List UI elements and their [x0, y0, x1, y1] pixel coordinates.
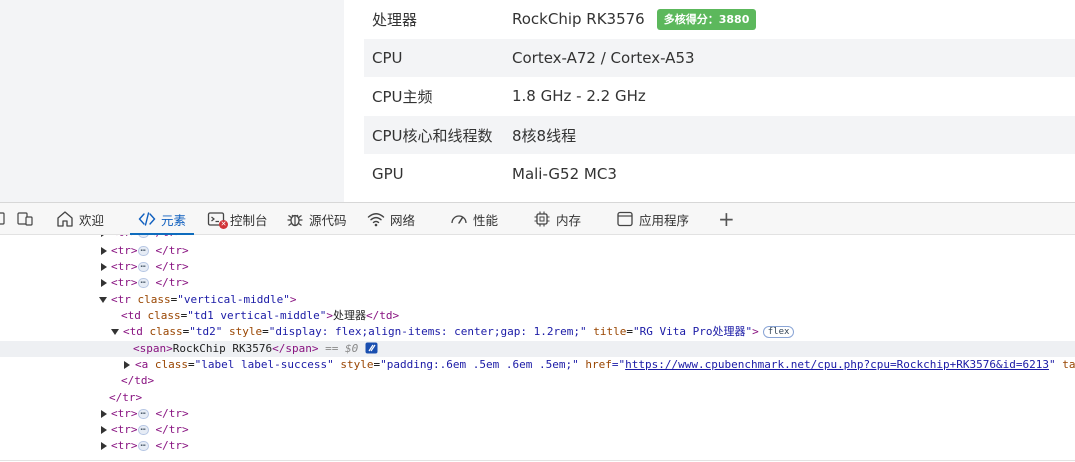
collapse-arrow-icon[interactable]: [99, 297, 107, 303]
tab-memory[interactable]: 内存: [533, 203, 581, 235]
processor-name: RockChip RK3576: [512, 10, 645, 29]
expand-arrow-icon[interactable]: [101, 442, 107, 450]
flex-badge[interactable]: flex: [762, 326, 795, 338]
chip-icon: [534, 211, 550, 227]
code-icon: [138, 212, 156, 226]
tab-sources[interactable]: 源代码: [286, 203, 347, 235]
collapse-arrow-icon[interactable]: [111, 329, 119, 335]
collapsed-ellipsis[interactable]: ⋯: [137, 262, 149, 272]
wifi-icon: [367, 213, 385, 227]
node-link-icon[interactable]: [365, 342, 378, 354]
tab-welcome[interactable]: 欢迎: [56, 203, 104, 235]
performance-icon: [451, 215, 467, 224]
spec-row-cpu: CPU Cortex-A72 / Cortex-A53: [364, 38, 1075, 78]
device-emulation-icon[interactable]: [17, 211, 35, 230]
expand-arrow-icon[interactable]: [101, 410, 107, 418]
collapsed-ellipsis[interactable]: ⋯: [137, 235, 149, 238]
spec-label: 处理器: [372, 10, 418, 29]
collapsed-ellipsis[interactable]: ⋯: [137, 425, 149, 435]
spec-value: 8核8线程: [512, 126, 577, 145]
panel-bottom-border: [0, 460, 1075, 461]
tab-label: 控制台: [230, 212, 268, 228]
tab-console[interactable]: ✕ 控制台: [207, 203, 268, 235]
spec-row-cores-threads: CPU核心和线程数 8核8线程: [364, 115, 1075, 155]
spec-value: 1.8 GHz - 2.2 GHz: [512, 87, 646, 106]
collapsed-ellipsis[interactable]: ⋯: [137, 278, 149, 288]
tab-performance[interactable]: 性能: [450, 203, 498, 235]
expand-arrow-icon[interactable]: [101, 279, 107, 287]
inspect-icon[interactable]: [0, 211, 6, 230]
spec-label: GPU: [372, 164, 404, 183]
collapsed-ellipsis[interactable]: ⋯: [137, 441, 149, 451]
spec-value: Mali-G52 MC3: [512, 164, 617, 183]
spec-row-processor: 处理器 RockChip RK3576 多核得分：3880: [364, 0, 1075, 39]
plus-icon: +: [718, 207, 735, 231]
elements-dom-tree: <tr>⋯</tr> <tr>⋯ </tr> <tr>⋯ </tr> <tr>⋯…: [0, 235, 1075, 462]
spec-value: RockChip RK3576 多核得分：3880: [512, 8, 757, 30]
tab-label: 欢迎: [79, 212, 105, 228]
devtools-tab-bar: 欢迎 元素 ✕ 控制台 源代码 网络 性能 内存 应用程序 +: [0, 202, 1075, 235]
bug-icon: [287, 214, 303, 227]
expand-arrow-icon[interactable]: [124, 361, 130, 369]
spec-label: CPU主频: [372, 87, 433, 106]
spec-row-gpu: GPU Mali-G52 MC3: [364, 154, 1075, 193]
multicore-score-badge[interactable]: 多核得分：3880: [656, 8, 757, 30]
error-badge-icon: ✕: [219, 220, 228, 229]
spec-table: 处理器 RockChip RK3576 多核得分：3880 CPU Cortex…: [364, 0, 1075, 193]
tab-elements[interactable]: 元素: [130, 203, 195, 235]
spec-label: CPU核心和线程数: [372, 126, 493, 145]
tab-label: 元素: [161, 212, 187, 228]
href-link[interactable]: https://www.cpubenchmark.net/cpu.php?cpu…: [625, 358, 1049, 371]
collapsed-ellipsis[interactable]: ⋯: [137, 246, 149, 256]
window-icon: [617, 211, 633, 227]
page-left-panel: [0, 0, 344, 202]
console-icon: ✕: [207, 210, 228, 229]
expand-arrow-icon[interactable]: [101, 247, 107, 255]
home-icon: [57, 211, 73, 227]
spec-row-cpu-frequency: CPU主频 1.8 GHz - 2.2 GHz: [364, 77, 1075, 116]
tab-network[interactable]: 网络: [367, 203, 415, 235]
tab-label: 源代码: [309, 212, 347, 228]
tab-label: 应用程序: [639, 212, 690, 228]
tab-label: 网络: [390, 212, 416, 228]
add-tab-button[interactable]: +: [718, 203, 735, 235]
collapsed-ellipsis[interactable]: ⋯: [137, 409, 149, 419]
dom-node-span-selected[interactable]: <span>RockChip RK3576</span> == $0: [0, 341, 1075, 357]
console-ref-marker: == $0: [325, 342, 359, 355]
expand-arrow-icon[interactable]: [101, 263, 107, 271]
tab-application[interactable]: 应用程序: [616, 203, 689, 235]
spec-label: CPU: [372, 48, 403, 67]
expand-arrow-icon[interactable]: [101, 426, 107, 434]
tab-label: 性能: [473, 212, 499, 228]
tab-label: 内存: [556, 212, 582, 228]
spec-value: Cortex-A72 / Cortex-A53: [512, 48, 695, 67]
webpage-viewport: 处理器 RockChip RK3576 多核得分：3880 CPU Cortex…: [0, 0, 1075, 202]
expand-arrow-icon[interactable]: [101, 235, 107, 237]
